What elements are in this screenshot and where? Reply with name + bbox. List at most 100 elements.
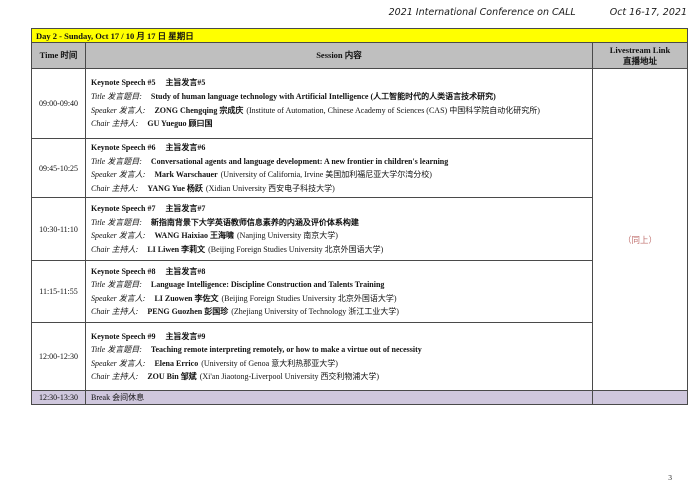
title-label: Title 发言题目:	[91, 157, 142, 166]
session-row-keynote7: 10:30-11:10 Keynote Speech #7主旨发言#7 Titl…	[32, 198, 688, 261]
session-speaker-line: Speaker 发言人: Mark Warschauer (University o…	[91, 168, 588, 182]
chair-label: Chair 主持人:	[91, 307, 138, 316]
session-speaker-line: Speaker 发言人: Elena Errico(University of G…	[91, 357, 588, 371]
session-row-keynote5: 09:00-09:40 Keynote Speech #5 主旨发言#5 Titl…	[32, 69, 688, 139]
session-heading-en: Keynote Speech #7	[91, 204, 155, 213]
session-title-line: Title 发言题目: Language Intelligence: Discip…	[91, 278, 588, 292]
session-heading: Keynote Speech #8 主旨发言#8	[91, 265, 588, 279]
day-banner-row: Day 2 - Sunday, Oct 17 / 10 月 17 日 星期日	[32, 29, 688, 43]
chair-label: Chair 主持人:	[91, 119, 138, 128]
break-livestream-cell	[593, 391, 688, 405]
session-title: Language Intelligence: Discipline Constr…	[151, 280, 385, 289]
page-number: 3	[668, 473, 672, 482]
document-page: 2021 International Conference on CALL Oc…	[0, 0, 700, 495]
chair-affiliation: (Xi'an Jiaotong-Liverpool University 西交利…	[200, 372, 379, 381]
session-time: 09:00-09:40	[32, 69, 86, 139]
livestream-same-as-above-note: （同上）	[593, 234, 687, 246]
session-title: Teaching remote interpreting remotely, o…	[151, 345, 422, 354]
conference-name: 2021 International Conference on CALL	[389, 7, 576, 18]
chair-label: Chair 主持人:	[91, 372, 138, 381]
column-header-livestream: Livestream Link 直播地址	[593, 43, 688, 69]
livestream-cell: （同上）	[593, 69, 688, 391]
column-header-session: Session 内容	[86, 43, 593, 69]
chair-label: Chair 主持人:	[91, 245, 138, 254]
speaker-label: Speaker 发言人:	[91, 294, 145, 303]
session-speaker-line: Speaker 发言人: WANG Haixiao 王海啸(Nanjing Uni…	[91, 229, 588, 243]
session-heading-cn: 主旨发言#7	[165, 204, 205, 213]
chair-name: LI Liwen 李莉文	[147, 245, 205, 254]
chair-name: ZOU Bin 邹斌	[147, 372, 196, 381]
session-chair-line: Chair 主持人: YANG Yue 杨跃(Xidian University …	[91, 182, 588, 196]
speaker-name: Elena Errico	[154, 359, 198, 368]
speaker-affiliation: (Institute of Automation, Chinese Academ…	[246, 106, 540, 115]
session-details: Keynote Speech #8 主旨发言#8 Title 发言题目: Langu…	[86, 261, 593, 323]
session-title-line: Title 发言题目: 新指南背景下大学英语教师信息素养的内涵及评价体系构建	[91, 216, 588, 230]
session-title-line: Title 发言题目: Conversational agents and lan…	[91, 155, 588, 169]
speaker-name: WANG Haixiao 王海啸	[154, 231, 234, 240]
chair-name: PENG Guozhen 彭国珍	[147, 307, 228, 316]
session-speaker-line: Speaker 发言人: ZONG Chengqing 宗成庆(Institute…	[91, 104, 588, 118]
document-header: 2021 International Conference on CALL Oc…	[389, 7, 687, 18]
speaker-affiliation: (University of Genoa 意大利热那亚大学)	[201, 359, 338, 368]
title-label: Title 发言题目:	[91, 218, 142, 227]
session-title: Conversational agents and language devel…	[151, 157, 448, 166]
session-time: 12:00-12:30	[32, 323, 86, 391]
session-row-keynote9: 12:00-12:30 Keynote Speech #9主旨发言#9 Titl…	[32, 323, 688, 391]
session-heading: Keynote Speech #9主旨发言#9	[91, 330, 588, 344]
session-title: 新指南背景下大学英语教师信息素养的内涵及评价体系构建	[151, 218, 359, 227]
session-chair-line: Chair 主持人: ZOU Bin 邹斌 (Xi'an Jiaotong-Live…	[91, 370, 588, 384]
speaker-name: Mark Warschauer	[154, 170, 217, 179]
session-title-line: Title 发言题目: Study of human language techn…	[91, 90, 588, 104]
chair-affiliation: (Beijing Foreign Studies University 北京外国…	[208, 245, 383, 254]
livestream-header-line2: 直播地址	[593, 56, 687, 67]
session-row-keynote6: 09:45-10:25 Keynote Speech #6 主旨发言#6 Titl…	[32, 139, 688, 198]
chair-label: Chair 主持人:	[91, 184, 138, 193]
title-label: Title 发言题目:	[91, 345, 142, 354]
session-details: Keynote Speech #6 主旨发言#6 Title 发言题目: Conve…	[86, 139, 593, 198]
speaker-label: Speaker 发言人:	[91, 106, 145, 115]
session-chair-line: Chair 主持人: LI Liwen 李莉文(Beijing Foreign S…	[91, 243, 588, 257]
session-title-line: Title 发言题目: Teaching remote interpreting …	[91, 343, 588, 357]
session-heading-cn: 主旨发言#8	[165, 267, 205, 276]
conference-dates: Oct 16-17, 2021	[610, 7, 687, 18]
chair-name: YANG Yue 杨跃	[147, 184, 203, 193]
table-header-row: Time 时间 Session 内容 Livestream Link 直播地址	[32, 43, 688, 69]
speaker-label: Speaker 发言人:	[91, 231, 145, 240]
session-heading-en: Keynote Speech #8	[91, 267, 155, 276]
session-row-keynote8: 11:15-11:55 Keynote Speech #8 主旨发言#8 Titl…	[32, 261, 688, 323]
session-time: 09:45-10:25	[32, 139, 86, 198]
session-heading: Keynote Speech #7 主旨发言#7	[91, 202, 588, 216]
chair-affiliation: (Zhejiang University of Technology 浙江工业大…	[231, 307, 399, 316]
session-chair-line: Chair 主持人: GU Yueguo 顾曰国	[91, 117, 588, 131]
schedule-table: Day 2 - Sunday, Oct 17 / 10 月 17 日 星期日 T…	[31, 28, 688, 405]
session-heading-cn: 主旨发言#5	[165, 78, 205, 87]
column-header-time: Time 时间	[32, 43, 86, 69]
break-time: 12:30-13:30	[32, 391, 86, 405]
speaker-affiliation: (University of California, Irvine 美国加利福尼…	[221, 170, 432, 179]
speaker-name: LI Zuowen 李佐文	[154, 294, 218, 303]
session-heading-cn: 主旨发言#6	[165, 143, 205, 152]
speaker-affiliation: (Beijing Foreign Studies University 北京外国…	[221, 294, 396, 303]
session-details: Keynote Speech #5 主旨发言#5 Title 发言题目: Study…	[86, 69, 593, 139]
speaker-affiliation: (Nanjing University 南京大学)	[237, 231, 338, 240]
session-heading-en: Keynote Speech #5	[91, 78, 155, 87]
session-heading: Keynote Speech #5 主旨发言#5	[91, 76, 588, 90]
day-banner: Day 2 - Sunday, Oct 17 / 10 月 17 日 星期日	[32, 29, 688, 43]
speaker-label: Speaker 发言人:	[91, 359, 145, 368]
session-heading: Keynote Speech #6 主旨发言#6	[91, 141, 588, 155]
session-title: Study of human language technology with …	[151, 92, 496, 101]
session-time: 11:15-11:55	[32, 261, 86, 323]
chair-name: GU Yueguo 顾曰国	[147, 119, 212, 128]
speaker-label: Speaker 发言人:	[91, 170, 145, 179]
livestream-header-line1: Livestream Link	[593, 45, 687, 56]
session-speaker-line: Speaker 发言人: LI Zuowen 李佐文(Beijing Foreig…	[91, 292, 588, 306]
title-label: Title 发言题目:	[91, 92, 142, 101]
chair-affiliation: (Xidian University 西安电子科技大学)	[206, 184, 335, 193]
session-heading-en: Keynote Speech #6	[91, 143, 155, 152]
session-heading-en: Keynote Speech #9	[91, 332, 155, 341]
break-row: 12:30-13:30 Break 会间休息	[32, 391, 688, 405]
title-label: Title 发言题目:	[91, 280, 142, 289]
speaker-name: ZONG Chengqing 宗成庆	[154, 106, 243, 115]
break-label: Break 会间休息	[86, 391, 593, 405]
session-details: Keynote Speech #7 主旨发言#7 Title 发言题目: 新指南背景…	[86, 198, 593, 261]
